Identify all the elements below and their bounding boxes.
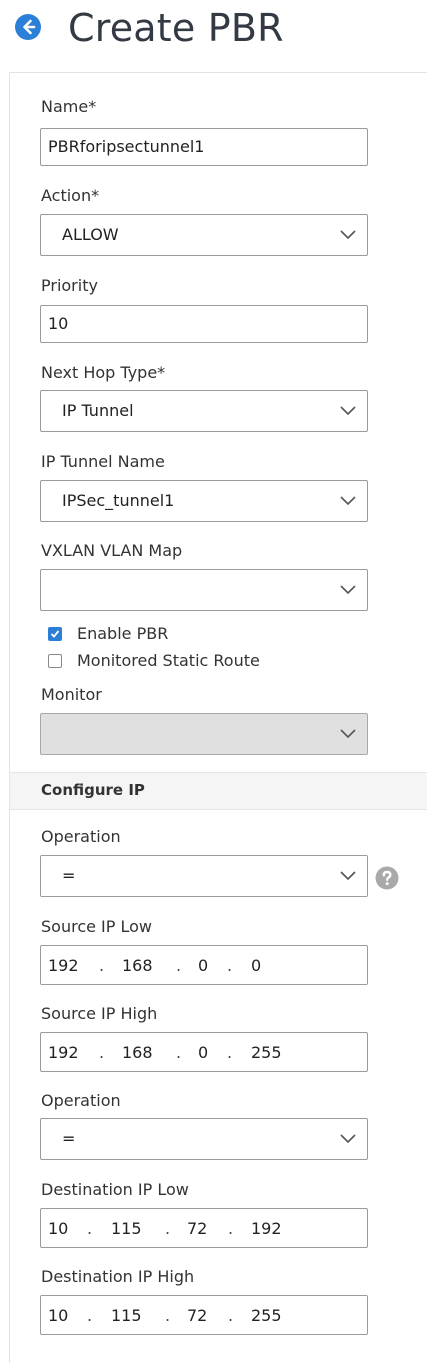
checkmark-icon: [50, 630, 60, 638]
dest-operation-label: Operation: [41, 1091, 121, 1110]
page-header: Create PBR: [0, 0, 427, 60]
operation-label: Operation: [41, 827, 121, 846]
next-hop-type-select[interactable]: IP Tunnel: [40, 390, 368, 432]
enable-pbr-label: Enable PBR: [77, 624, 169, 643]
back-arrow-icon[interactable]: [14, 13, 42, 41]
ip-separator: .: [227, 1043, 233, 1062]
chevron-down-icon: [340, 729, 356, 739]
enable-pbr-checkbox[interactable]: [48, 627, 62, 641]
ip-octet[interactable]: 168: [122, 956, 153, 976]
priority-input[interactable]: 10: [40, 305, 368, 343]
ip-octet[interactable]: 10: [48, 1306, 68, 1326]
ip-tunnel-name-select[interactable]: IPSec_tunnel1: [40, 480, 368, 522]
source-ip-low-label: Source IP Low: [41, 917, 152, 936]
ip-separator: .: [87, 1219, 93, 1238]
ip-octet[interactable]: 168: [122, 1043, 153, 1063]
monitor-label: Monitor: [41, 685, 102, 704]
chevron-down-icon: [340, 585, 356, 595]
ip-tunnel-name-label: IP Tunnel Name: [41, 452, 165, 471]
vxlan-vlan-map-select[interactable]: [40, 569, 368, 611]
name-label: Name*: [41, 97, 97, 116]
chevron-down-icon: [340, 496, 356, 506]
ip-octet[interactable]: 192: [48, 1043, 79, 1063]
destination-ip-low-label: Destination IP Low: [41, 1180, 189, 1199]
source-ip-low-input[interactable]: 192 . 168 . 0 . 0: [40, 945, 368, 985]
chevron-down-icon: [340, 871, 356, 881]
source-ip-high-label: Source IP High: [41, 1004, 158, 1023]
ip-octet[interactable]: 255: [251, 1306, 282, 1326]
ip-separator: .: [176, 1043, 182, 1062]
source-ip-high-input[interactable]: 192 . 168 . 0 . 255: [40, 1032, 368, 1072]
dest-operation-selected-value: =: [62, 1129, 76, 1148]
ip-octet[interactable]: 72: [187, 1306, 207, 1326]
ip-octet[interactable]: 0: [198, 1043, 208, 1063]
chevron-down-icon: [340, 230, 356, 240]
ip-separator: .: [87, 1306, 93, 1325]
ip-octet[interactable]: 255: [251, 1043, 282, 1063]
action-selected-value: ALLOW: [62, 225, 119, 244]
next-hop-type-selected-value: IP Tunnel: [62, 401, 134, 420]
ip-separator: .: [228, 1306, 234, 1325]
configure-ip-title: Configure IP: [41, 781, 145, 799]
name-input[interactable]: PBRforipsectunnel1: [40, 128, 368, 166]
dest-operation-select[interactable]: =: [40, 1118, 368, 1160]
ip-octet[interactable]: 115: [111, 1306, 142, 1326]
destination-ip-low-input[interactable]: 10 . 115 . 72 . 192: [40, 1208, 368, 1248]
action-label: Action*: [41, 186, 100, 205]
monitor-select: [40, 713, 368, 755]
action-select[interactable]: ALLOW: [40, 214, 368, 256]
ip-separator: .: [99, 1043, 105, 1062]
help-icon[interactable]: [375, 866, 399, 890]
monitored-static-route-label: Monitored Static Route: [77, 651, 260, 670]
ip-octet[interactable]: 192: [251, 1219, 282, 1239]
ip-separator: .: [99, 956, 105, 975]
destination-ip-high-label: Destination IP High: [41, 1267, 195, 1286]
ip-separator: .: [227, 956, 233, 975]
ip-octet[interactable]: 10: [48, 1219, 68, 1239]
priority-label: Priority: [41, 276, 98, 295]
monitored-static-route-checkbox[interactable]: [48, 654, 62, 668]
destination-ip-high-input[interactable]: 10 . 115 . 72 . 255: [40, 1295, 368, 1335]
ip-tunnel-name-selected-value: IPSec_tunnel1: [62, 491, 175, 510]
chevron-down-icon: [340, 406, 356, 416]
chevron-down-icon: [340, 1134, 356, 1144]
ip-octet[interactable]: 0: [198, 956, 208, 976]
ip-separator: .: [176, 956, 182, 975]
page-title: Create PBR: [68, 6, 284, 50]
operation-selected-value: =: [62, 866, 76, 885]
ip-octet[interactable]: 115: [111, 1219, 142, 1239]
ip-separator: .: [228, 1219, 234, 1238]
ip-octet[interactable]: 0: [251, 956, 261, 976]
ip-octet[interactable]: 192: [48, 956, 79, 976]
ip-octet[interactable]: 72: [187, 1219, 207, 1239]
ip-separator: .: [165, 1306, 171, 1325]
vxlan-vlan-map-label: VXLAN VLAN Map: [41, 541, 183, 560]
next-hop-type-label: Next Hop Type*: [41, 363, 166, 382]
operation-select[interactable]: =: [40, 855, 368, 897]
ip-separator: .: [165, 1219, 171, 1238]
configure-ip-section-header: Configure IP: [10, 772, 427, 810]
